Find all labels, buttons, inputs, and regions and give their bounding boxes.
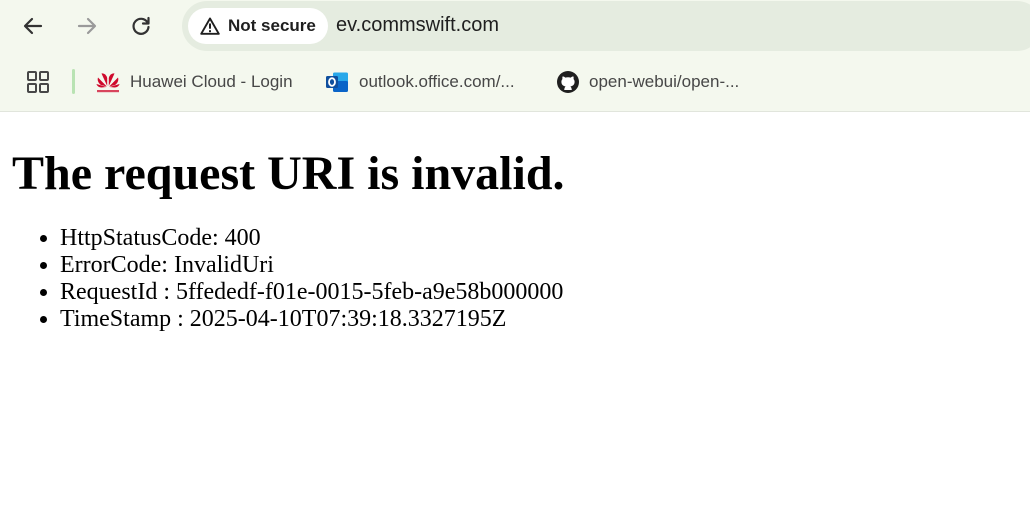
error-code: ErrorCode: InvalidUri [60,252,1030,279]
address-bar[interactable]: Not secure ev.commswift.com [182,1,1030,51]
bookmark-outlook[interactable]: outlook.office.com/... [325,66,515,98]
page-title: The request URI is invalid. [12,147,565,200]
reload-button[interactable] [124,9,158,43]
bookmark-huawei-cloud[interactable]: Huawei Cloud - Login [95,66,293,98]
bookmark-label: outlook.office.com/... [359,72,515,91]
security-chip[interactable]: Not secure [188,8,328,44]
warning-triangle-icon [200,17,220,35]
url-text[interactable]: ev.commswift.com [336,14,499,37]
bookmark-label: Huawei Cloud - Login [130,72,293,91]
arrow-left-icon [23,17,43,35]
bookmarks-divider [72,69,75,94]
forward-button[interactable] [70,9,104,43]
huawei-logo-icon [96,73,120,93]
browser-toolbar: Not secure ev.commswift.com [0,0,1030,52]
browser-chrome: Not secure ev.commswift.com Huawei Cloud… [0,0,1030,112]
bookmarks-bar: Huawei Cloud - Login outlook.office.com/… [0,52,1030,111]
request-id: RequestId : 5ffededf-f01e-0015-5feb-a9e5… [60,279,1030,306]
bookmark-label: open-webui/open-... [589,72,740,91]
reload-icon [132,16,150,35]
timestamp: TimeStamp : 2025-04-10T07:39:18.3327195Z [60,306,1030,333]
apps-grid-icon[interactable] [26,70,50,94]
page-content: The request URI is invalid. HttpStatusCo… [0,145,1030,333]
security-label: Not secure [228,16,316,35]
error-details-list: HttpStatusCode: 400 ErrorCode: InvalidUr… [12,225,1030,333]
http-status-code: HttpStatusCode: 400 [60,225,1030,252]
bookmark-open-webui[interactable]: open-webui/open-... [556,66,739,98]
outlook-logo-icon [326,72,348,92]
github-logo-icon [557,71,579,93]
back-button[interactable] [16,9,50,43]
arrow-right-icon [77,17,97,35]
